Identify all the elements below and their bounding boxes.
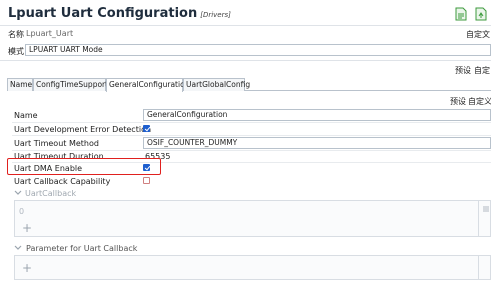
param-name-label: Name [14, 111, 38, 120]
row-separator [12, 150, 491, 151]
row-separator [12, 122, 491, 123]
tab-bar: Name ConfigTimeSupport GeneralConfigurat… [7, 78, 491, 92]
list-index: 0 [19, 207, 25, 216]
custom-button[interactable]: 自定 [474, 65, 490, 76]
add-param-callback-icon[interactable]: + [22, 262, 32, 274]
preset-button-2[interactable]: 预设 [450, 96, 466, 107]
tab-name[interactable]: Name [7, 78, 33, 91]
tab-uart-global-config[interactable]: UartGlobalConfig [183, 78, 250, 91]
list-scrollbar[interactable] [478, 200, 479, 237]
page-title: Lpuart Uart Configuration [Drivers] [8, 6, 231, 21]
param-callback-list: + [14, 255, 491, 280]
page-subtitle: [Drivers] [200, 11, 231, 19]
chevron-down-icon[interactable] [14, 190, 22, 196]
param-callback-group-label: Parameter for Uart Callback [26, 244, 138, 253]
callback-capability-checkbox[interactable] [143, 177, 150, 184]
uart-callback-group-label: UartCallback [25, 189, 77, 198]
save-config-icon[interactable] [455, 7, 467, 21]
mode-separator [0, 60, 491, 61]
callback-capability-label: Uart Callback Capability [14, 177, 111, 186]
export-config-icon[interactable] [475, 7, 487, 21]
add-callback-icon[interactable]: + [22, 222, 32, 234]
dev-error-label: Uart Development Error Detection [14, 125, 152, 134]
timeout-method-label: Uart Timeout Method [14, 139, 99, 148]
mode-label: 模式 [8, 47, 24, 56]
tab-general-configuration[interactable]: GeneralConfiguration [106, 78, 189, 92]
dev-error-checkbox[interactable] [143, 125, 150, 132]
row-separator [12, 135, 491, 136]
preset-button[interactable]: 预设 [455, 65, 471, 76]
mode-field[interactable]: LPUART UART Mode [25, 44, 491, 56]
custom-name-label[interactable]: 自定文 [466, 29, 490, 40]
list-scrollbar[interactable] [478, 255, 479, 280]
drag-handle-icon[interactable] [482, 205, 490, 213]
header-separator [0, 25, 491, 26]
param-name-field[interactable]: GeneralConfiguration [143, 109, 491, 121]
highlight-box [7, 158, 161, 175]
tab-config-time-support[interactable]: ConfigTimeSupport [33, 78, 108, 91]
timeout-method-field[interactable]: OSIF_COUNTER_DUMMY [143, 137, 491, 149]
name-value: Lpuart_Uart [26, 29, 74, 38]
chevron-down-icon[interactable] [14, 245, 22, 251]
uart-callback-list: 0 + [14, 200, 491, 237]
custom-button-2[interactable]: 自定义( [468, 96, 491, 107]
name-label: 名称 [8, 30, 24, 39]
